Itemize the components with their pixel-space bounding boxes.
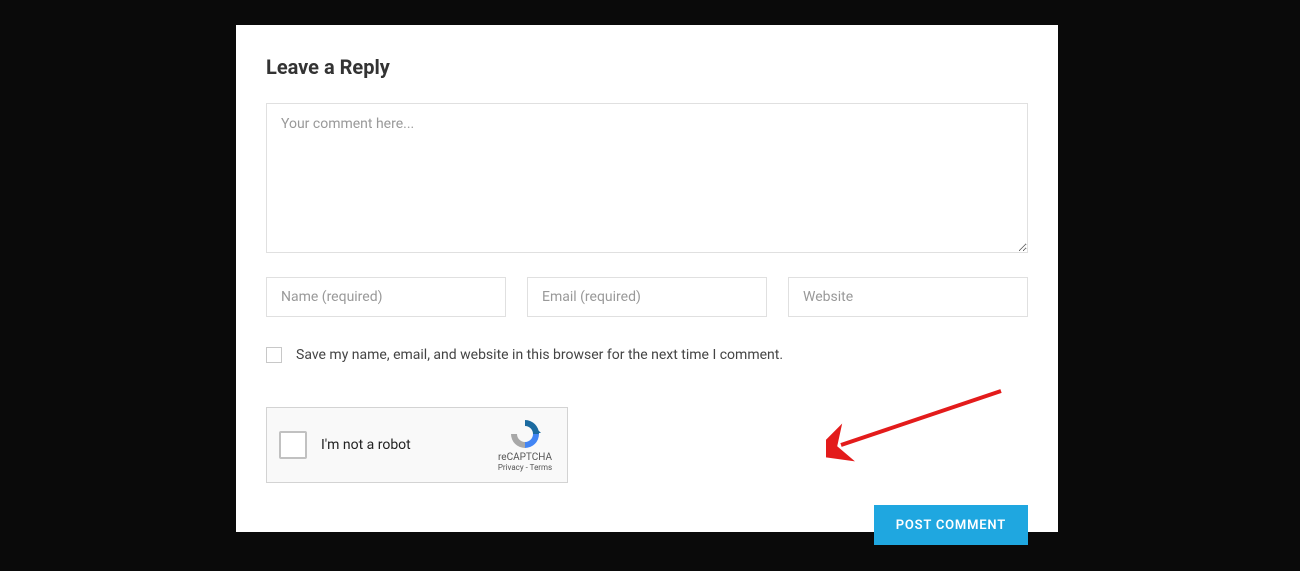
recaptcha-links: Privacy - Terms xyxy=(498,463,552,472)
recaptcha-brand-name: reCAPTCHA xyxy=(498,452,552,463)
recaptcha-logo-icon xyxy=(509,418,541,450)
recaptcha-checkbox[interactable] xyxy=(279,431,307,459)
save-info-checkbox[interactable] xyxy=(266,347,282,363)
submit-row: POST COMMENT xyxy=(266,505,1028,545)
save-info-label: Save my name, email, and website in this… xyxy=(296,347,783,363)
recaptcha-label: I'm not a robot xyxy=(321,437,495,453)
fields-row xyxy=(266,277,1028,317)
email-field[interactable] xyxy=(527,277,767,317)
save-info-row: Save my name, email, and website in this… xyxy=(266,347,1028,363)
recaptcha-brand: reCAPTCHA Privacy - Terms xyxy=(495,418,555,472)
comment-textarea[interactable] xyxy=(266,103,1028,253)
comment-form-card: Leave a Reply Save my name, email, and w… xyxy=(236,25,1058,532)
reply-title: Leave a Reply xyxy=(266,55,1028,79)
website-field[interactable] xyxy=(788,277,1028,317)
post-comment-button[interactable]: POST COMMENT xyxy=(874,505,1028,545)
name-field[interactable] xyxy=(266,277,506,317)
recaptcha-box: I'm not a robot reCAPTCHA Privacy - Term… xyxy=(266,407,568,483)
arrow-annotation-icon xyxy=(826,383,1016,463)
